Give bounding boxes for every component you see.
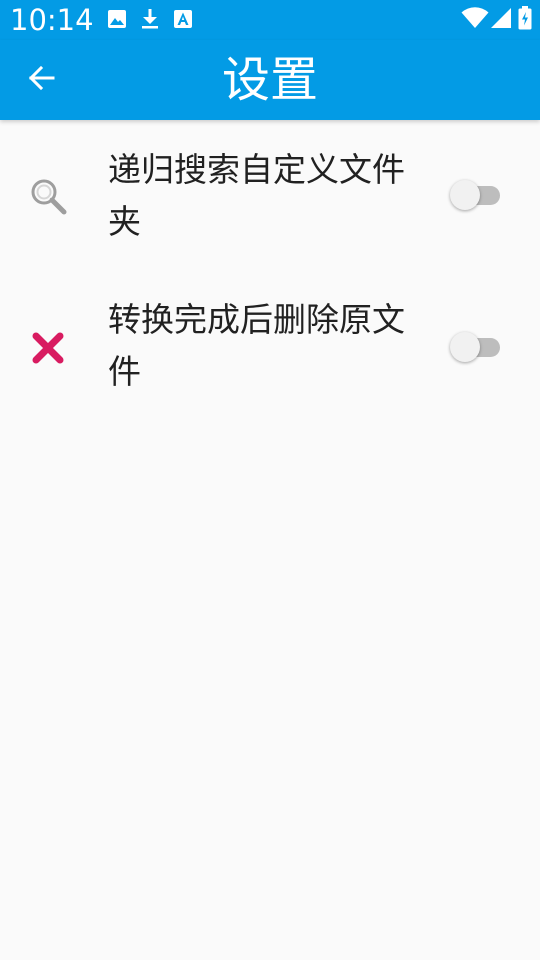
app-bar: 设置	[0, 40, 540, 120]
toggle-thumb	[450, 332, 480, 362]
status-bar: 10:14	[0, 0, 540, 40]
download-icon	[142, 9, 158, 29]
setting-label: 转换完成后删除原文件	[108, 300, 405, 391]
delete-original-toggle[interactable]	[450, 332, 502, 362]
back-arrow-icon	[28, 65, 55, 91]
signal-icon	[491, 8, 511, 28]
page-title: 设置	[221, 52, 318, 108]
close-icon	[32, 332, 64, 364]
battery-charging-icon	[518, 6, 532, 30]
search-icon	[31, 179, 67, 215]
image-icon	[108, 10, 126, 28]
setting-recursive-search[interactable]: 递归搜索自定义文件夹	[0, 120, 540, 270]
status-time: 10:14	[10, 3, 94, 37]
toggle-thumb	[450, 180, 480, 210]
setting-label: 递归搜索自定义文件夹	[108, 150, 405, 241]
text-a-icon	[174, 10, 192, 28]
wifi-icon	[461, 7, 489, 28]
back-button[interactable]	[22, 58, 62, 98]
setting-delete-original[interactable]: 转换完成后删除原文件	[0, 270, 540, 420]
recursive-search-toggle[interactable]	[450, 180, 502, 210]
